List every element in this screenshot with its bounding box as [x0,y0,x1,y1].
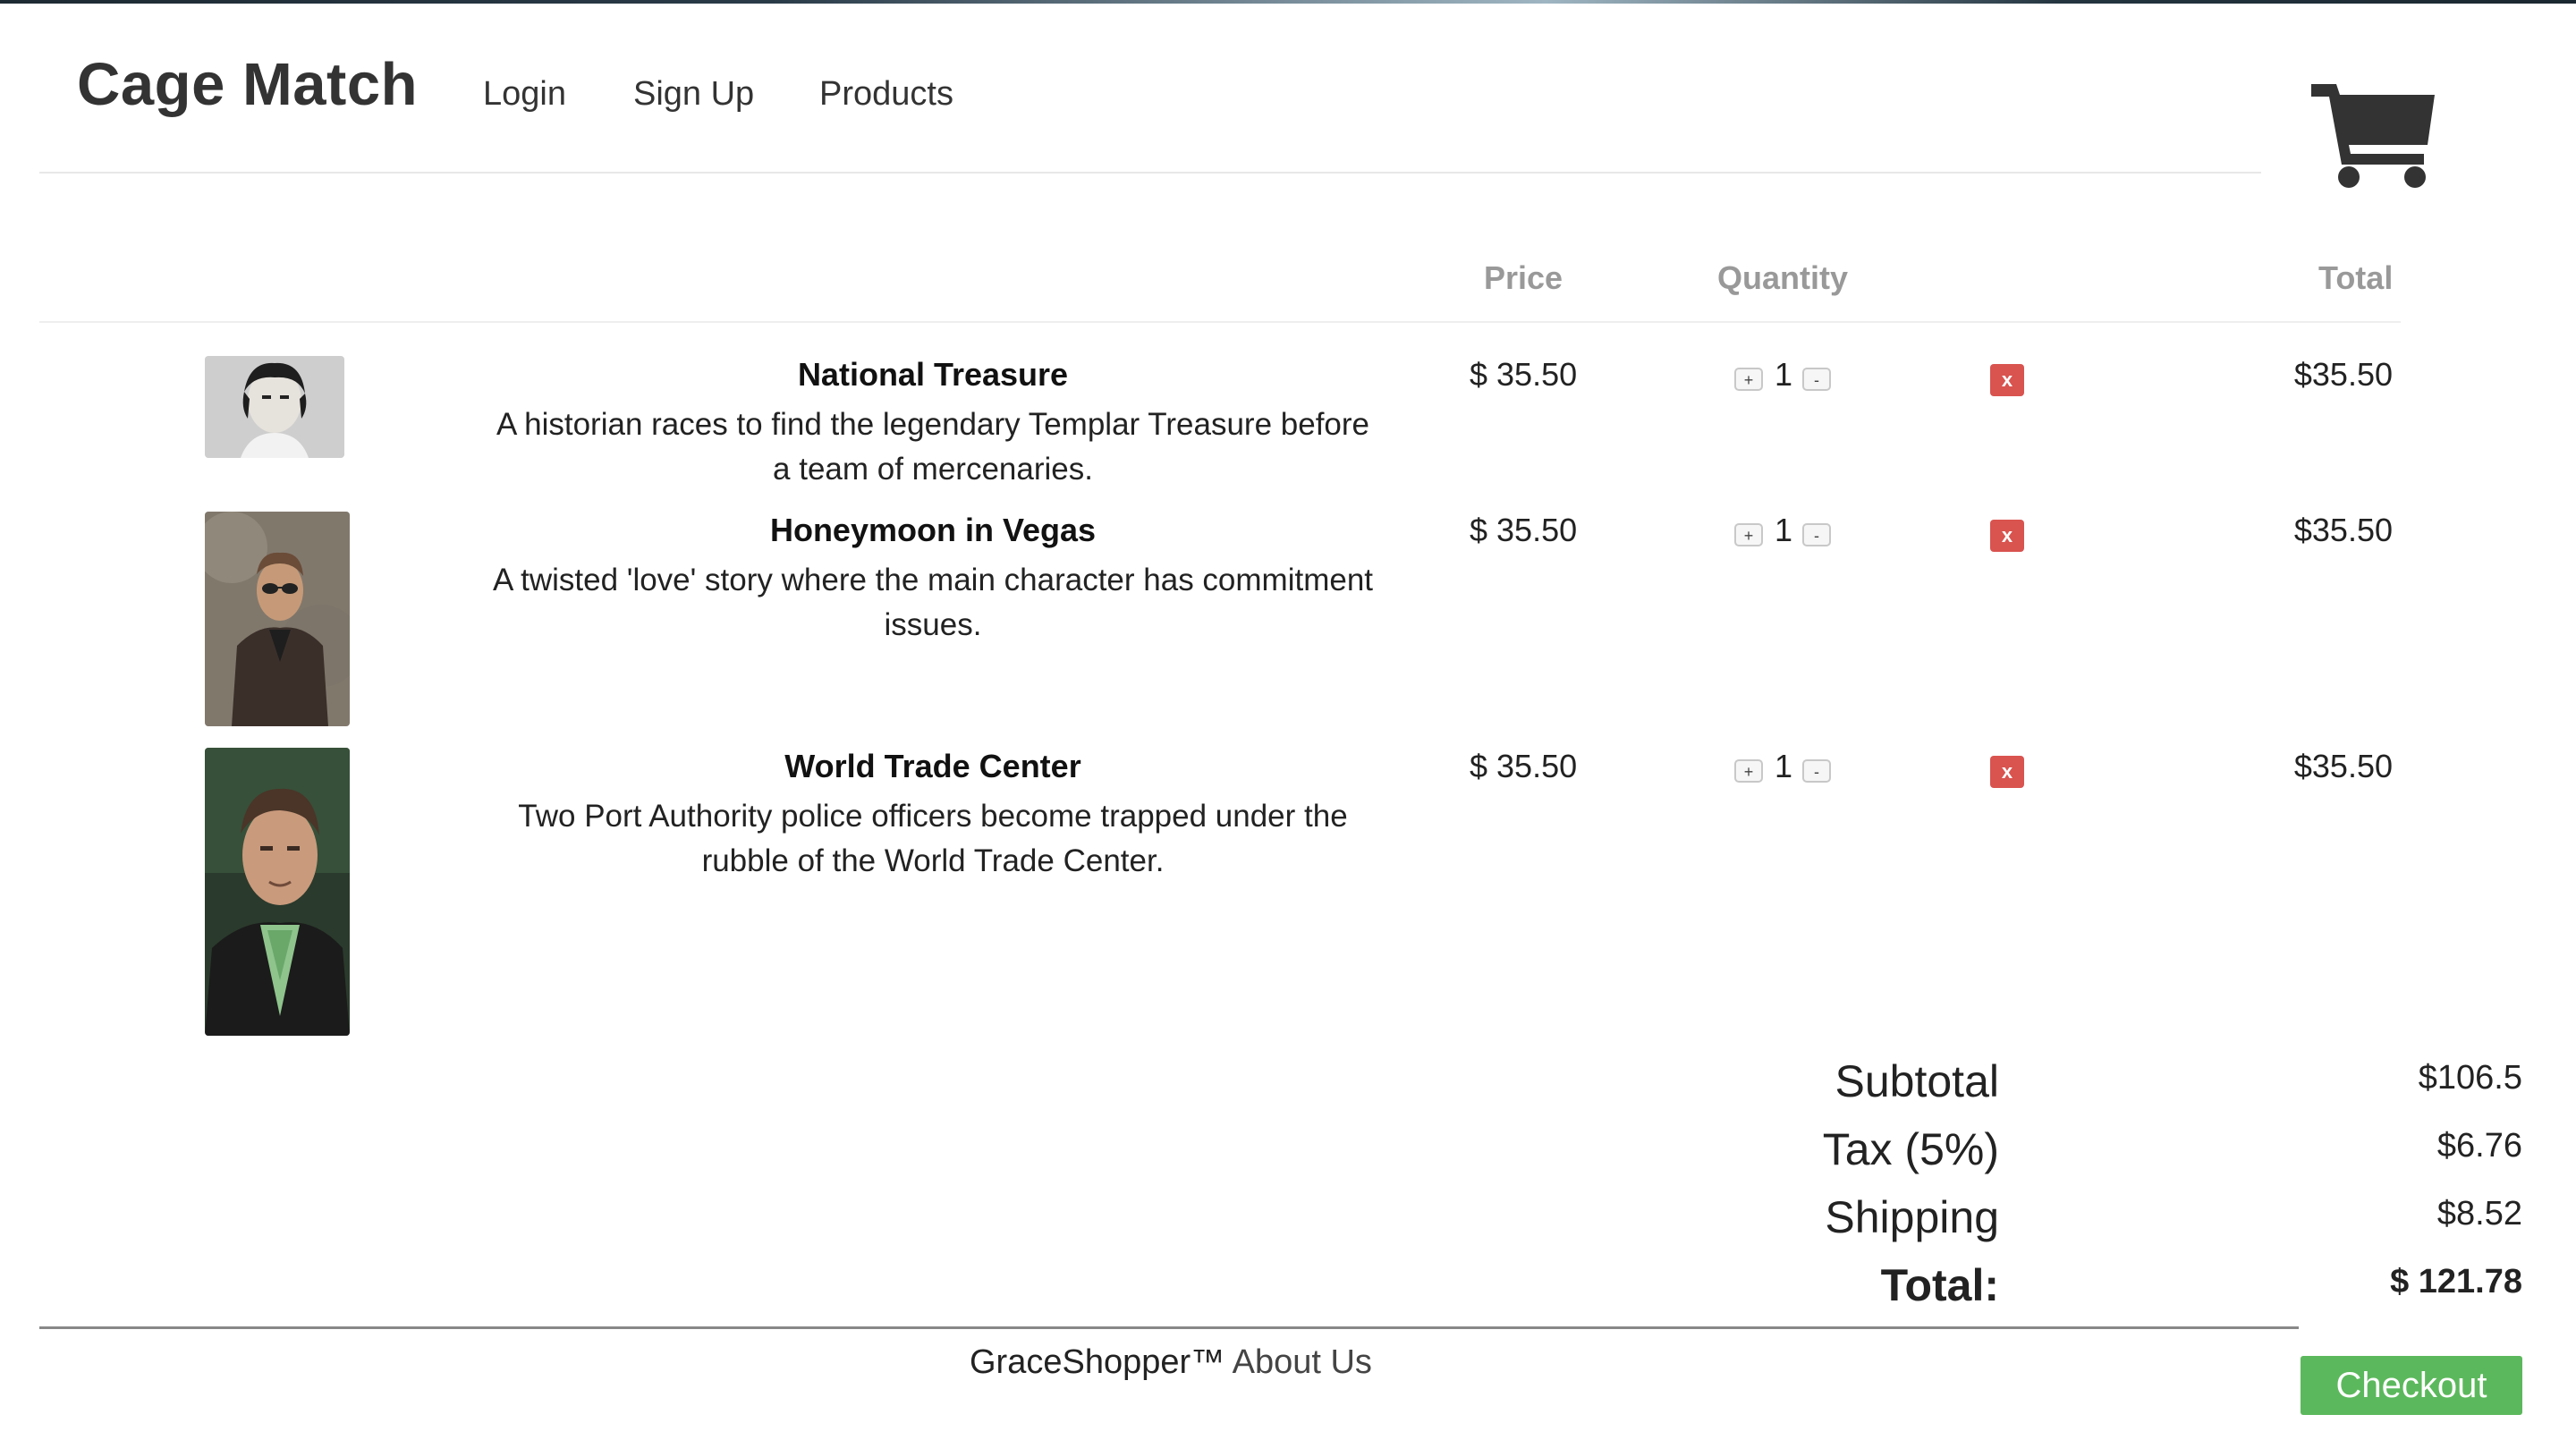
increment-quantity-button[interactable]: + [1734,523,1763,546]
grand-total-value: $ 121.78 [2390,1263,2522,1300]
tax-label: Tax (5%) [1822,1124,1999,1174]
shopping-cart-icon[interactable] [2309,79,2436,190]
remove-item-button[interactable]: x [1990,520,2024,552]
product-price: $ 35.50 [1470,512,1578,548]
checkout-button[interactable]: Checkout [2301,1356,2522,1415]
product-image-honeymoon-in-vegas[interactable] [205,512,350,726]
table-header-divider [39,321,2401,323]
nav-products[interactable]: Products [819,75,953,114]
decrement-quantity-button[interactable]: - [1802,523,1831,546]
row-total: $35.50 [2293,512,2393,548]
product-title[interactable]: World Trade Center [486,748,1380,785]
row-total: $35.50 [2293,748,2393,784]
quantity-value: 1 [1775,748,1793,784]
column-header-total: Total [2318,259,2394,296]
decrement-quantity-button[interactable]: - [1802,368,1831,391]
subtotal-label: Subtotal [1835,1056,1999,1106]
product-image-world-trade-center[interactable] [205,748,350,1036]
decrement-quantity-button[interactable]: - [1802,759,1831,783]
tax-value: $6.76 [2436,1127,2522,1165]
product-title[interactable]: National Treasure [486,356,1380,394]
footer: GraceShopper™ About Us [970,1343,1372,1382]
brand-logo[interactable]: Cage Match [77,50,418,119]
increment-quantity-button[interactable]: + [1734,759,1763,783]
column-header-quantity: Quantity [1717,259,1849,296]
quantity-value: 1 [1775,512,1793,548]
product-price: $ 35.50 [1470,748,1578,784]
product-description: Two Port Authority police officers becom… [518,799,1348,878]
product-image-national-treasure[interactable] [205,356,344,458]
product-price: $ 35.50 [1470,356,1578,393]
subtotal-value: $106.5 [2418,1059,2522,1097]
shipping-value: $8.52 [2436,1195,2522,1232]
product-description: A twisted 'love' story where the main ch… [492,563,1374,642]
nav-signup[interactable]: Sign Up [633,75,754,114]
product-description: A historian races to find the legendary … [496,407,1370,487]
footer-brand: GraceShopper™ [970,1343,1225,1381]
product-title[interactable]: Honeymoon in Vegas [486,512,1380,549]
about-us-link[interactable]: About Us [1233,1343,1372,1381]
footer-divider [39,1326,2299,1329]
grand-total-label: Total: [1880,1260,1999,1310]
header-divider [39,172,2261,174]
remove-item-button[interactable]: x [1990,364,2024,396]
column-header-price: Price [1484,259,1563,296]
remove-item-button[interactable]: x [1990,756,2024,788]
quantity-value: 1 [1775,356,1793,393]
top-banner-strip [0,0,2576,4]
row-total: $35.50 [2293,356,2393,393]
shipping-label: Shipping [1825,1192,1999,1242]
nav-login[interactable]: Login [483,75,566,114]
increment-quantity-button[interactable]: + [1734,368,1763,391]
